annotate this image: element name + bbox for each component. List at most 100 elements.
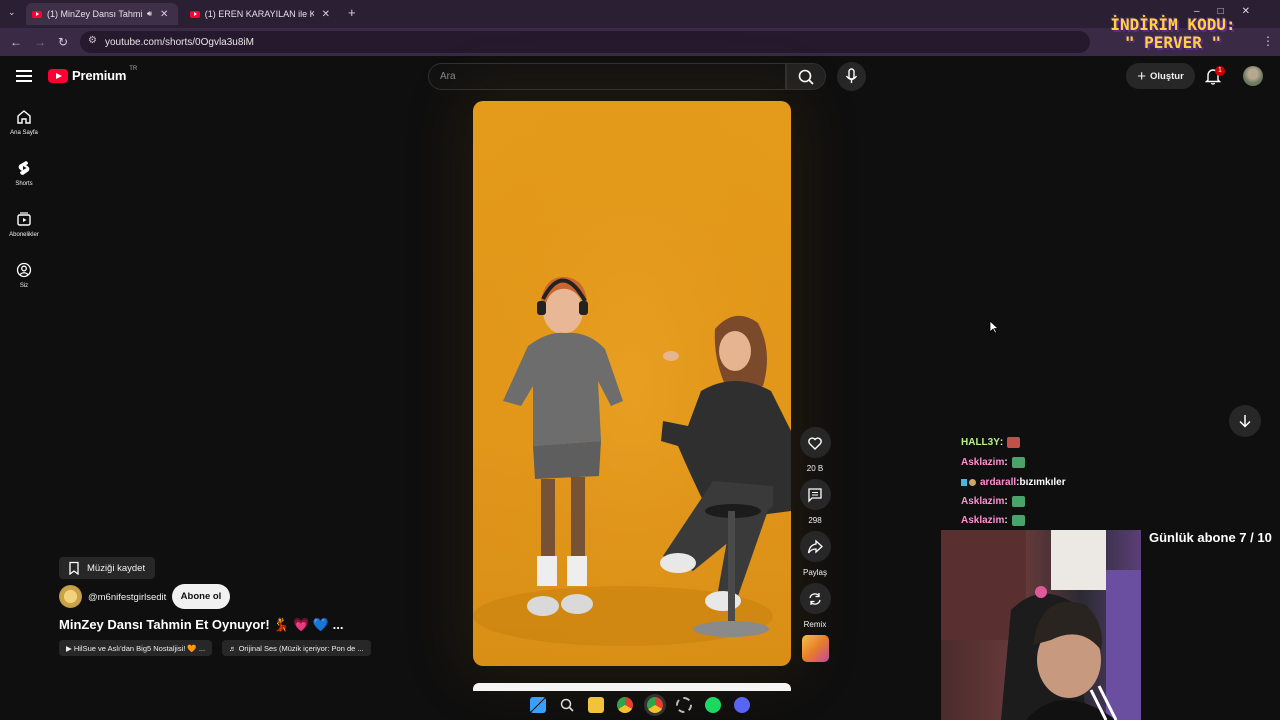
streamer-webcam xyxy=(941,530,1141,720)
chat-text: bızımkıler xyxy=(1019,477,1066,488)
reload-icon[interactable]: ↻ xyxy=(58,35,68,49)
next-video-button[interactable] xyxy=(1229,405,1261,437)
sidebar-item-label: Ana Sayfa xyxy=(10,130,38,136)
tab-title: (1) EREN KARAYILAN ile KEŞFET xyxy=(204,9,314,19)
chat-user: Asklazim xyxy=(961,457,1005,468)
app-icon[interactable] xyxy=(675,697,692,713)
comment-icon xyxy=(808,487,822,503)
tab-title: (1) MinZey Dansı Tahmin Et xyxy=(47,9,143,19)
create-button[interactable]: + Oluştur xyxy=(1126,63,1195,89)
chat-separator: : xyxy=(1004,515,1008,526)
forward-arrow-icon[interactable]: → xyxy=(34,35,46,49)
shorts-icon xyxy=(18,161,30,175)
sidebar-item-subscriptions[interactable]: Abonelikler xyxy=(0,211,48,238)
chat-message: ardarall : bızımkıler xyxy=(961,477,1066,488)
search-input[interactable]: Ara xyxy=(428,63,786,90)
channel-name[interactable]: @m6nifestgirlsedit xyxy=(88,592,166,603)
notifications-button[interactable]: 1 xyxy=(1204,66,1225,90)
save-music-button[interactable]: Müziği kaydet xyxy=(59,557,156,579)
share-button[interactable]: Paylaş xyxy=(799,531,831,577)
windows-start-icon[interactable] xyxy=(530,697,546,713)
close-tab-icon[interactable]: ✕ xyxy=(160,9,168,20)
home-icon xyxy=(17,110,31,124)
chat-emote-icon xyxy=(1011,515,1025,526)
promo-line-1: İNDİRİM KODU: xyxy=(1110,15,1236,34)
promo-line-2: " PERVER " xyxy=(1124,33,1222,52)
subscribe-button[interactable]: Abone ol xyxy=(172,584,230,609)
chat-message: Asklazim : xyxy=(961,457,1025,468)
remix-button[interactable]: Remix xyxy=(799,583,831,629)
chrome-active-icon[interactable] xyxy=(646,697,663,713)
taskbar-search-icon[interactable] xyxy=(559,697,575,713)
sidebar-item-label: Shorts xyxy=(15,181,33,187)
search-icon xyxy=(798,69,814,85)
close-tab-icon[interactable]: ✕ xyxy=(322,9,330,20)
country-code: TR xyxy=(129,65,138,72)
save-music-label: Müziği kaydet xyxy=(87,562,146,574)
chrome-icon[interactable] xyxy=(617,697,634,713)
hamburger-menu-icon[interactable] xyxy=(16,70,32,82)
sidebar-item-home[interactable]: Ana Sayfa xyxy=(0,109,48,136)
youtube-favicon-icon xyxy=(32,10,42,18)
promo-code-overlay: İNDİRİM KODU: " PERVER " xyxy=(1098,16,1248,52)
sidebar-item-shorts[interactable]: Shorts xyxy=(0,160,48,187)
video-title[interactable]: MinZey Dansı Tahmin Et Oynuyor! 💃 💗 💙 ..… xyxy=(59,617,344,633)
bookmark-icon xyxy=(69,561,79,575)
discord-icon[interactable] xyxy=(733,697,750,713)
you-icon xyxy=(16,262,32,278)
chat-message: HALL3Y : xyxy=(961,437,1021,448)
sidebar-item-label: Siz xyxy=(19,283,29,289)
comment-count: 298 xyxy=(808,516,822,525)
chat-badge-icon xyxy=(969,479,976,486)
comments-button[interactable]: 298 xyxy=(799,479,831,525)
back-arrow-icon[interactable]: ← xyxy=(10,35,22,49)
chat-emote-icon xyxy=(1007,437,1021,448)
search-placeholder: Ara xyxy=(440,71,456,82)
account-avatar[interactable] xyxy=(1243,66,1263,86)
url-field[interactable]: ⚙ youtube.com/shorts/0Ogvla3u8iM xyxy=(80,31,1090,53)
webcam-frame xyxy=(941,530,1141,720)
youtube-play-icon xyxy=(48,68,68,83)
sound-thumbnail[interactable] xyxy=(802,635,829,662)
file-explorer-icon[interactable] xyxy=(588,697,605,713)
notification-badge: 1 xyxy=(1215,66,1225,76)
browser-tab[interactable]: (1) EREN KARAYILAN ile KEŞFET ✕ xyxy=(184,3,336,25)
chat-user: ardarall xyxy=(980,477,1017,488)
daily-subscriber-goal: Günlük abone 7 / 10 xyxy=(1149,530,1272,545)
create-label: Oluştur xyxy=(1149,70,1184,82)
tab-search-icon[interactable]: ⌄ xyxy=(8,7,16,18)
channel-avatar[interactable] xyxy=(59,585,82,608)
browser-tab-active[interactable]: (1) MinZey Dansı Tahmin Et 🔊︎ ✕ xyxy=(26,3,178,25)
chat-emote-icon xyxy=(1011,457,1025,468)
plus-icon: + xyxy=(1137,67,1146,85)
search-button[interactable] xyxy=(786,63,826,90)
mouse-cursor-icon xyxy=(989,320,999,334)
related-video-chip[interactable]: ▶ HilSue ve Aslı'dan Big5 Nostaljisi! 🧡 … xyxy=(59,640,213,656)
browser-tab-bar: ⌄ (1) MinZey Dansı Tahmin Et 🔊︎ ✕ (1) ER… xyxy=(0,0,1280,28)
youtube-premium-logo[interactable]: Premium TR xyxy=(48,65,138,83)
chat-user: HALL3Y xyxy=(961,437,1000,448)
chat-separator: : xyxy=(1004,496,1008,507)
site-info-icon[interactable]: ⚙ xyxy=(88,35,97,46)
youtube-favicon-icon xyxy=(190,10,200,18)
logo-text: Premium xyxy=(72,68,127,83)
chat-separator: : xyxy=(1004,457,1008,468)
new-tab-button[interactable]: + xyxy=(348,5,356,20)
like-button[interactable]: 20 B xyxy=(799,427,831,473)
video-frame xyxy=(473,101,791,666)
chat-message: Asklazim : xyxy=(961,515,1025,526)
sound-chip[interactable]: ♬ Orijinal Ses (Müzik içeriyor: Pon de .… xyxy=(222,640,371,656)
remix-icon xyxy=(809,592,821,605)
arrow-down-icon xyxy=(1239,415,1251,428)
chat-emote-icon xyxy=(1011,496,1025,507)
browser-menu-icon[interactable]: ⋮ xyxy=(1262,34,1274,48)
microphone-icon xyxy=(845,68,858,83)
voice-search-button[interactable] xyxy=(837,62,866,91)
speaker-icon[interactable]: 🔊︎ xyxy=(147,9,152,19)
chat-user: Asklazim xyxy=(961,515,1005,526)
sidebar-item-you[interactable]: Siz xyxy=(0,262,48,289)
spotify-icon[interactable] xyxy=(704,697,721,713)
sidebar-item-label: Abonelikler xyxy=(9,232,39,238)
share-label: Paylaş xyxy=(802,568,827,577)
shorts-video-player[interactable] xyxy=(473,101,791,666)
